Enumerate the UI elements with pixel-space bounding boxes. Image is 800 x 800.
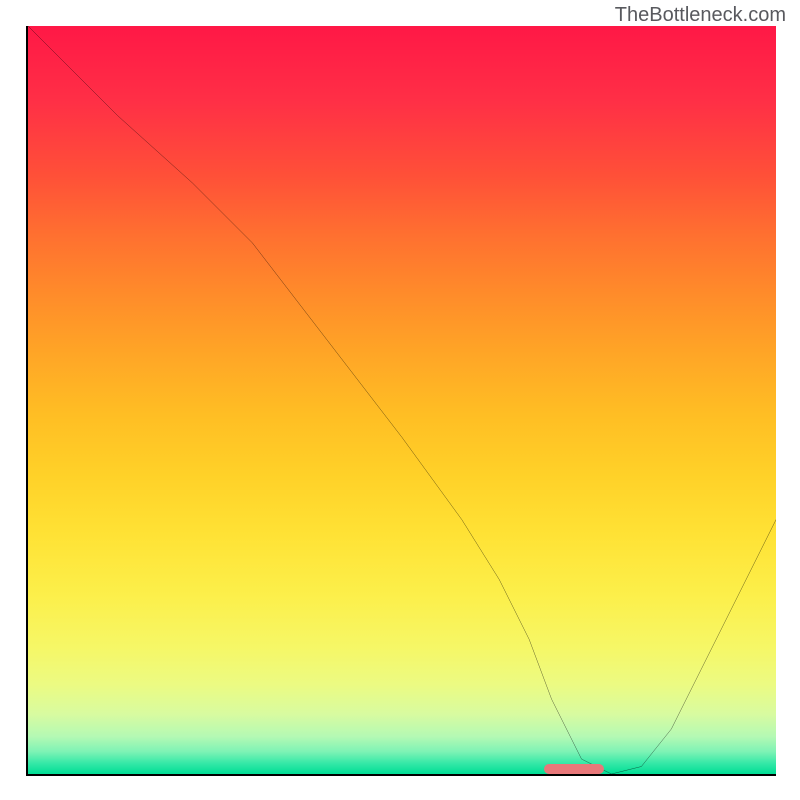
- plot-area: [26, 26, 776, 776]
- curve-path: [28, 26, 776, 774]
- chart-curve: [28, 26, 776, 774]
- valley-marker: [544, 764, 604, 774]
- watermark-text: TheBottleneck.com: [615, 4, 786, 27]
